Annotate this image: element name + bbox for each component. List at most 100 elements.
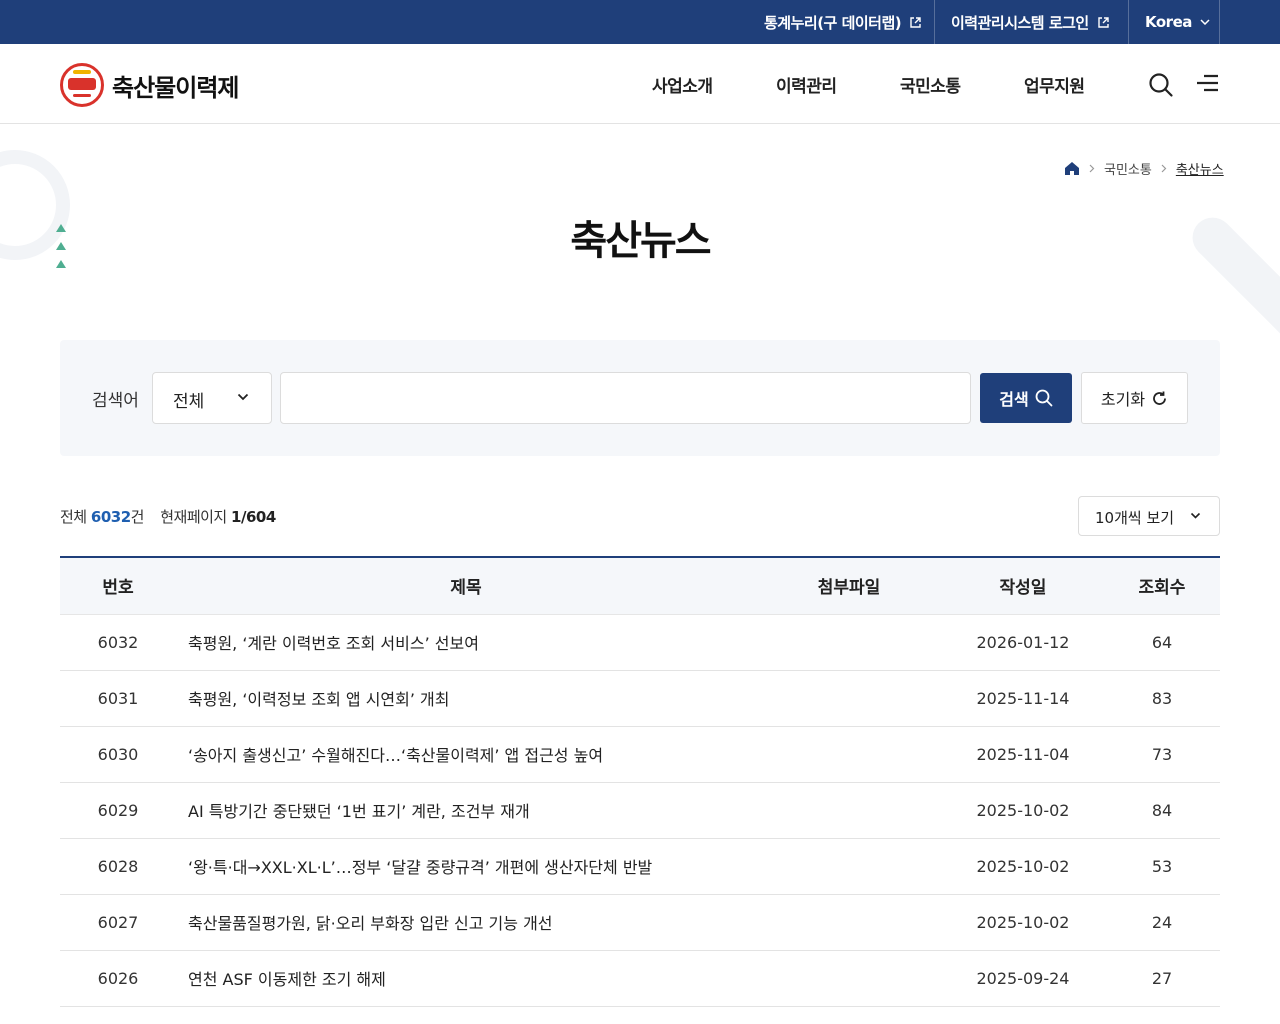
- search-icon[interactable]: [1148, 72, 1174, 98]
- row-number: 6027: [60, 894, 176, 951]
- reset-button[interactable]: 초기화: [1081, 372, 1188, 424]
- table-row[interactable]: 6029 AI 특방기간 중단됐던 ‘1번 표기’ 계란, 조건부 재개 202…: [60, 782, 1220, 839]
- row-number: 6029: [60, 782, 176, 839]
- row-attachment: [756, 670, 942, 727]
- chevron-right-icon: [1161, 164, 1167, 173]
- search-label: 검색어: [92, 391, 139, 411]
- logo-mark: [73, 70, 91, 74]
- row-date: 2025-09-24: [942, 950, 1104, 1007]
- row-date: 2026-01-12: [942, 614, 1104, 671]
- external-link-icon: [910, 16, 921, 28]
- chevron-down-icon: [1200, 19, 1210, 25]
- nav-item-communication[interactable]: 국민소통: [900, 72, 961, 97]
- news-table: 번호 제목 첨부파일 작성일 조회수 6032 축평원, ‘계란 이력번호 조회…: [60, 556, 1220, 1007]
- row-views: 84: [1104, 782, 1220, 839]
- page-title: 축산뉴스: [570, 218, 711, 264]
- row-title-link[interactable]: 축산물품질평가원, 닭·오리 부화장 입란 신고 기능 개선: [176, 894, 756, 951]
- divider: [1128, 0, 1129, 44]
- table-row[interactable]: 6027 축산물품질평가원, 닭·오리 부화장 입란 신고 기능 개선 2025…: [60, 894, 1220, 951]
- row-date: 2025-11-14: [942, 670, 1104, 727]
- column-header-number: 번호: [60, 556, 176, 615]
- login-link-label: 이력관리시스템 로그인: [951, 13, 1089, 32]
- table-row[interactable]: 6032 축평원, ‘계란 이력번호 조회 서비스’ 선보여 2026-01-1…: [60, 614, 1220, 671]
- row-date: 2025-10-02: [942, 894, 1104, 951]
- row-views: 73: [1104, 726, 1220, 783]
- breadcrumb: 국민소통 축산뉴스: [1064, 159, 1224, 178]
- site-header: 축산물이력제 사업소개 이력관리 국민소통 업무지원: [0, 44, 1280, 124]
- column-header-views: 조회수: [1104, 556, 1220, 615]
- row-views: 27: [1104, 950, 1220, 1007]
- row-views: 83: [1104, 670, 1220, 727]
- row-attachment: [756, 894, 942, 951]
- language-label: Korea: [1145, 13, 1192, 31]
- row-attachment: [756, 614, 942, 671]
- row-title-link[interactable]: ‘송아지 출생신고’ 수월해진다…‘축산물이력제’ 앱 접근성 높여: [176, 726, 756, 783]
- row-views: 64: [1104, 614, 1220, 671]
- row-attachment: [756, 838, 942, 895]
- total-count: 6032: [90, 508, 131, 526]
- refresh-icon: [1153, 391, 1166, 405]
- row-date: 2025-10-02: [942, 782, 1104, 839]
- menu-icon[interactable]: [1196, 72, 1218, 94]
- row-date: 2025-11-04: [942, 726, 1104, 783]
- row-views: 53: [1104, 838, 1220, 895]
- search-category-select[interactable]: 전체: [152, 372, 272, 424]
- row-number: 6028: [60, 838, 176, 895]
- column-header-title: 제목: [176, 556, 756, 615]
- nav-item-support[interactable]: 업무지원: [1024, 72, 1085, 97]
- breadcrumb-item[interactable]: 국민소통: [1104, 159, 1152, 178]
- row-attachment: [756, 726, 942, 783]
- stats-link-label: 통계누리(구 데이터랩): [764, 13, 902, 32]
- logo-mark: [73, 94, 91, 97]
- chevron-down-icon: [1190, 512, 1201, 519]
- chevron-right-icon: [1089, 164, 1095, 173]
- home-icon[interactable]: [1064, 161, 1080, 176]
- search-category-value: 전체: [173, 392, 205, 412]
- utility-bar: 통계누리(구 데이터랩) 이력관리시스템 로그인 Korea: [0, 0, 1280, 44]
- row-title-link[interactable]: ‘왕·특·대→XXL·XL·L’…정부 ‘달걀 중량규격’ 개편에 생산자단체 …: [176, 838, 756, 895]
- page-indicator: 1/604: [231, 508, 276, 526]
- table-row[interactable]: 6028 ‘왕·특·대→XXL·XL·L’…정부 ‘달걀 중량규격’ 개편에 생…: [60, 838, 1220, 895]
- result-summary: 전체 6032건 현재페이지 1/604: [60, 506, 276, 527]
- breadcrumb-current[interactable]: 축산뉴스: [1176, 159, 1224, 178]
- row-number: 6031: [60, 670, 176, 727]
- page-label: 현재페이지: [160, 508, 227, 526]
- row-views: 24: [1104, 894, 1220, 951]
- nav-item-traceability[interactable]: 이력관리: [776, 72, 837, 97]
- stats-link[interactable]: 통계누리(구 데이터랩): [764, 0, 922, 44]
- login-link[interactable]: 이력관리시스템 로그인: [951, 0, 1110, 44]
- row-date: 2025-10-02: [942, 838, 1104, 895]
- external-link-icon: [1098, 16, 1109, 28]
- row-title-link[interactable]: AI 특방기간 중단됐던 ‘1번 표기’ 계란, 조건부 재개: [176, 782, 756, 839]
- logo-mark: [68, 78, 96, 90]
- row-title-link[interactable]: 연천 ASF 이동제한 조기 해제: [176, 950, 756, 1007]
- row-number: 6030: [60, 726, 176, 783]
- reset-button-label: 초기화: [1100, 390, 1146, 409]
- divider: [1219, 0, 1220, 44]
- search-button[interactable]: 검색: [980, 373, 1072, 423]
- chevron-down-icon: [237, 393, 249, 401]
- table-header-row: 번호 제목 첨부파일 작성일 조회수: [60, 556, 1220, 615]
- nav-item-business[interactable]: 사업소개: [652, 72, 713, 97]
- row-number: 6026: [60, 950, 176, 1007]
- row-title-link[interactable]: 축평원, ‘이력정보 조회 앱 시연회’ 개최: [176, 670, 756, 727]
- logo[interactable]: [60, 63, 104, 107]
- per-page-value: 10개씩 보기: [1095, 509, 1175, 527]
- row-attachment: [756, 782, 942, 839]
- divider: [934, 0, 935, 44]
- table-row[interactable]: 6026 연천 ASF 이동제한 조기 해제 2025-09-24 27: [60, 950, 1220, 1007]
- row-attachment: [756, 950, 942, 1007]
- total-label: 전체: [60, 508, 87, 526]
- column-header-attachment: 첨부파일: [756, 556, 942, 615]
- search-input[interactable]: [280, 372, 971, 424]
- table-row[interactable]: 6030 ‘송아지 출생신고’ 수월해진다…‘축산물이력제’ 앱 접근성 높여 …: [60, 726, 1220, 783]
- table-row[interactable]: 6031 축평원, ‘이력정보 조회 앱 시연회’ 개최 2025-11-14 …: [60, 670, 1220, 727]
- row-title-link[interactable]: 축평원, ‘계란 이력번호 조회 서비스’ 선보여: [176, 614, 756, 671]
- language-select[interactable]: Korea: [1145, 0, 1210, 44]
- total-unit: 건: [130, 508, 145, 526]
- search-icon: [1035, 389, 1053, 407]
- search-button-label: 검색: [999, 390, 1029, 409]
- brand-name[interactable]: 축산물이력제: [112, 68, 239, 103]
- per-page-select[interactable]: 10개씩 보기: [1078, 496, 1220, 536]
- column-header-date: 작성일: [942, 556, 1104, 615]
